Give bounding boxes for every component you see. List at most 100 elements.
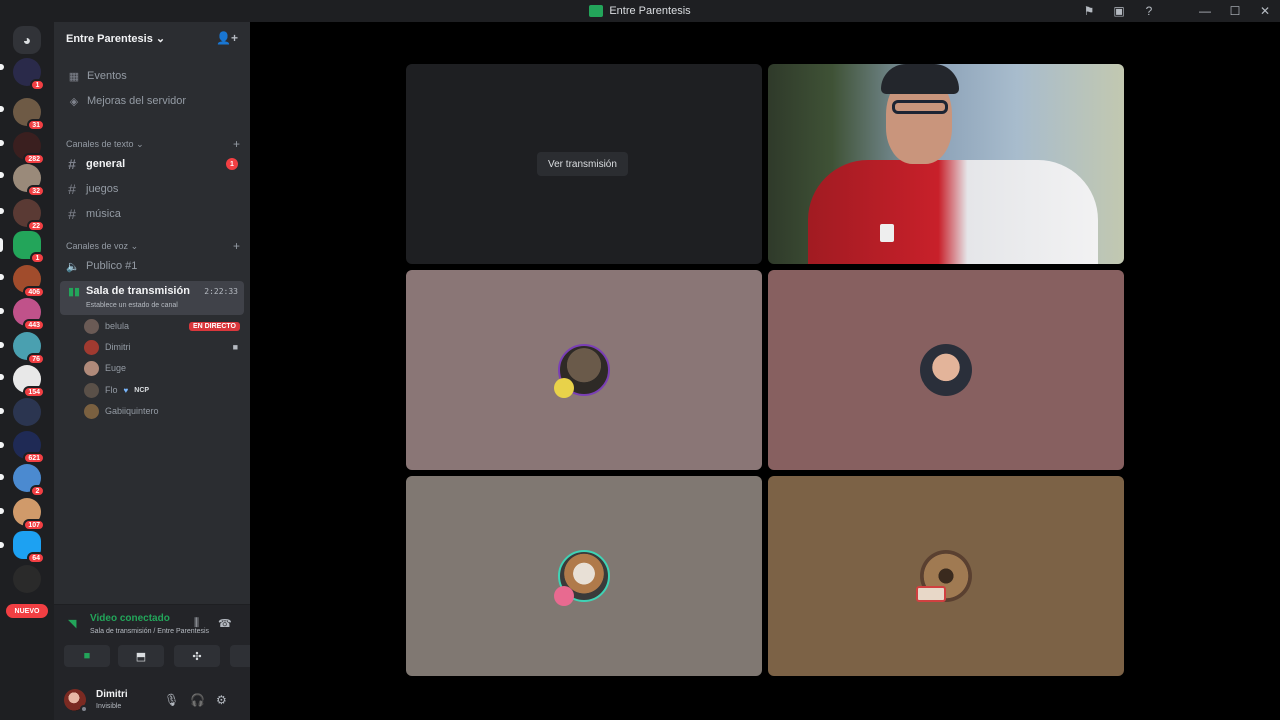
inbox-icon[interactable]: ⚑: [1074, 0, 1104, 22]
participant-tile[interactable]: [406, 270, 762, 470]
microphone-icon[interactable]: 🎙: [164, 693, 179, 707]
boosts-label: Mejoras del servidor: [87, 95, 187, 107]
voice-activity-icon: ▮▮: [68, 286, 81, 298]
activities-button[interactable]: ✣: [174, 645, 220, 667]
avatar-decoration: [554, 378, 574, 398]
server-icon[interactable]: 621: [13, 431, 45, 464]
signal-icon[interactable]: ◥: [68, 617, 76, 630]
channel-juegos[interactable]: # juegos: [62, 178, 242, 200]
hash-icon: #: [68, 156, 76, 172]
camera-tile[interactable]: [768, 64, 1124, 264]
server-icon[interactable]: 107: [13, 498, 45, 531]
noise-suppression-icon[interactable]: ⫼: [194, 617, 199, 630]
channel-status[interactable]: Establece un estado de canal: [86, 302, 178, 309]
unread-badge: 406: [23, 286, 45, 298]
server-icon[interactable]: [13, 398, 41, 426]
events-item[interactable]: ▦ Eventos: [62, 65, 242, 87]
connection-location[interactable]: Sala de transmisión / Entre Parentesis: [90, 628, 209, 635]
close-icon[interactable]: ✕: [1250, 0, 1280, 22]
call-timer: 2:22:33: [204, 287, 238, 296]
window-title: Entre Parentesis: [589, 5, 691, 17]
voice-channel-sala-de-transmision[interactable]: ▮▮ Sala de transmisión Establece un esta…: [60, 281, 244, 315]
share-screen-button[interactable]: ⬒: [118, 645, 164, 667]
server-icon[interactable]: 64: [13, 531, 45, 564]
server-icon[interactable]: 76: [13, 332, 45, 365]
participant-tile[interactable]: [768, 476, 1124, 676]
server-icon[interactable]: 282: [13, 132, 45, 165]
unread-badge: 31: [27, 119, 45, 131]
server-icon[interactable]: 22: [13, 199, 45, 232]
minimize-icon[interactable]: —: [1190, 0, 1220, 22]
voice-user[interactable]: Gabiiquintero: [84, 401, 240, 421]
hash-icon: #: [68, 181, 76, 197]
new-unreads-pill[interactable]: NUEVO: [6, 604, 48, 618]
server-icon[interactable]: 31: [13, 98, 45, 131]
text-channels-category[interactable]: Canales de texto ⌄ +: [66, 136, 240, 152]
live-badge: EN DIRECTO: [188, 321, 240, 331]
server-name: Entre Parentesis: [66, 32, 153, 45]
server-header[interactable]: Entre Parentesis ⌄ 👤+: [54, 22, 250, 54]
add-channel-icon[interactable]: +: [233, 239, 240, 253]
discord-home-icon[interactable]: ◕: [13, 26, 41, 54]
voice-user[interactable]: Dimitri ■: [84, 337, 240, 357]
server-icon: [589, 5, 604, 17]
add-member-icon[interactable]: 👤+: [216, 31, 238, 45]
avatar: [84, 382, 99, 398]
watch-stream-button[interactable]: Ver transmisión: [537, 152, 628, 176]
participant-tile[interactable]: [768, 270, 1124, 470]
voice-user-name: Gabiiquintero: [105, 406, 159, 416]
voice-user[interactable]: Flo ♥ NCP: [84, 380, 240, 400]
voice-user[interactable]: belula EN DIRECTO: [84, 316, 240, 336]
server-boosts-item[interactable]: ◈ Mejoras del servidor: [62, 90, 242, 112]
activities-icon: ✣: [192, 650, 202, 663]
server-icon[interactable]: 1: [13, 58, 45, 91]
voice-user-name: Euge: [105, 363, 127, 373]
maximize-icon[interactable]: ☐: [1220, 0, 1250, 22]
server-icon[interactable]: 32: [13, 164, 45, 197]
voice-user-name: Dimitri: [105, 342, 131, 352]
server-icon[interactable]: 154: [13, 365, 45, 398]
headphones-icon[interactable]: 🎧: [190, 693, 205, 707]
user-status: Invisible: [96, 703, 122, 710]
avatar-decoration: [554, 586, 574, 606]
video-feed: [768, 64, 1124, 264]
help-icon[interactable]: ?: [1134, 0, 1164, 22]
events-label: Eventos: [87, 70, 127, 82]
settings-gear-icon[interactable]: ⚙: [216, 693, 227, 707]
server-icon[interactable]: 443: [13, 298, 45, 331]
user-panel: Dimitri Invisible 🎙 🎧 ⚙: [54, 682, 250, 720]
channel-musica[interactable]: # música: [62, 203, 242, 225]
server-icon[interactable]: 406: [13, 265, 45, 298]
mention-badge: 1: [226, 158, 238, 170]
voice-channel-publico[interactable]: 🔈 Publico #1: [62, 255, 242, 277]
unread-badge: 154: [23, 386, 45, 398]
server-icon-entre-parentesis[interactable]: 1: [13, 231, 45, 264]
voice-user[interactable]: Euge: [84, 358, 240, 378]
window-title-text: Entre Parentesis: [609, 5, 691, 17]
avatar: [920, 344, 972, 396]
speaker-icon: 🔈: [66, 260, 80, 273]
disconnect-icon[interactable]: ☎: [218, 617, 232, 630]
camera-button[interactable]: ■: [64, 645, 110, 667]
server-rail: ◕ 1 31 282 32 22 1 406 443 76 154 621 2 …: [0, 22, 54, 720]
chevron-down-icon: ⌄: [136, 138, 144, 149]
unread-badge: 107: [23, 519, 45, 531]
camera-icon: ■: [232, 342, 238, 352]
username[interactable]: Dimitri: [96, 689, 128, 700]
channel-general[interactable]: # general 1: [62, 153, 242, 175]
voice-channels-category[interactable]: Canales de voz ⌄ +: [66, 238, 240, 254]
server-icon[interactable]: 2: [13, 464, 45, 497]
chevron-down-icon: ⌄: [130, 240, 139, 251]
add-channel-icon[interactable]: +: [233, 137, 240, 151]
screen-icon[interactable]: ▣: [1104, 0, 1134, 22]
participant-tile[interactable]: [406, 476, 762, 676]
channel-label: juegos: [86, 183, 119, 195]
stream-tile[interactable]: Ver transmisión: [406, 64, 762, 264]
voice-user-name: belula: [105, 321, 130, 331]
calendar-icon: ▦: [68, 70, 80, 83]
boost-icon: ◈: [69, 95, 79, 108]
unread-badge: 1: [30, 79, 45, 91]
voice-user-name: Flo: [105, 385, 118, 395]
category-label: Canales de voz: [66, 240, 129, 251]
server-icon[interactable]: [13, 565, 41, 593]
